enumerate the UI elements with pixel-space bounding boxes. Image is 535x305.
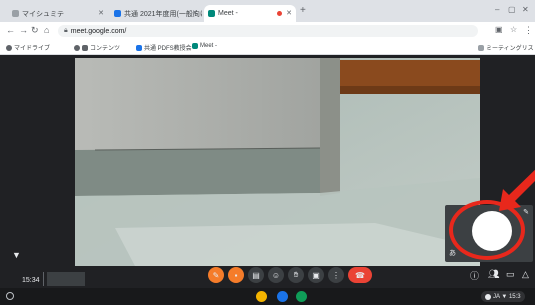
chat-icon[interactable]: ▭	[506, 269, 515, 280]
bookmark-label: 共通 PDFS教授会	[144, 46, 192, 52]
maximize-icon[interactable]: ▢	[508, 5, 516, 14]
bookmark-item[interactable]: ミーティングリスト	[478, 43, 535, 52]
camera-feed-image	[75, 58, 480, 266]
tab-2-label: 共通 2021年度用(一般向け)	[124, 10, 202, 18]
close-icon[interactable]: ✕	[98, 9, 104, 17]
address-bar[interactable]: 🔒︎ meet.google.com/	[58, 25, 478, 37]
divider	[43, 272, 44, 286]
folder-icon	[478, 44, 484, 51]
browser-tab-strip: マイシュミテ ✕ 共通 2021年度用(一般向け) ✕ Meet - ✕ + ‒…	[0, 0, 535, 22]
annotation-arrow-icon	[499, 169, 535, 211]
minimize-icon[interactable]: ‒	[495, 5, 499, 14]
meet-app-icon[interactable]	[296, 291, 307, 302]
present-button[interactable]: ▣	[308, 267, 324, 283]
home-icon[interactable]: ⌂	[44, 25, 49, 35]
os-shelf: JA ▼ 15:3	[0, 288, 535, 305]
camera-off-button[interactable]: ▪	[228, 267, 244, 283]
captions-button[interactable]: ▤	[248, 267, 264, 283]
forward-icon[interactable]: →	[19, 25, 28, 35]
url-text: meet.google.com/	[70, 27, 127, 35]
close-icon[interactable]: ✕	[286, 9, 292, 17]
meeting-code-redacted	[47, 272, 85, 286]
browser-toolbar: ← → ↻ ⌂ 🔒︎ meet.google.com/ ▣ ☆ ⋮	[0, 22, 535, 40]
more-options-button[interactable]: ⋮	[328, 267, 344, 283]
bookmark-label: ミーティングリスト	[486, 46, 535, 52]
account-icon	[485, 293, 491, 300]
bookmarks-bar: マイドライブ コンテンツ 共通 PDFS教授会 Meet - ミーティングリスト	[0, 40, 535, 55]
close-window-icon[interactable]: ✕	[522, 5, 529, 14]
emoji-button[interactable]: ☺	[268, 267, 284, 283]
meet-call-area: ▼ 15:34 ✎ あ ✎ ▪ ▤ ☺ ✋︎ ▣ ⋮ ☎︎ ⓘ 👥︎ ▭ △	[0, 55, 535, 288]
bookmark-item[interactable]: マイドライブ	[6, 43, 50, 52]
bookmark-label: コンテンツ	[90, 46, 121, 52]
tab-meet[interactable]: Meet - ✕	[204, 5, 296, 22]
star-icon[interactable]: ☆	[510, 25, 517, 34]
info-icon[interactable]: ⓘ	[470, 269, 479, 282]
meet-favicon-icon	[192, 43, 198, 49]
end-call-button[interactable]: ☎︎	[348, 267, 372, 283]
recording-dot-icon	[277, 11, 282, 16]
activities-icon[interactable]: △	[522, 269, 529, 280]
files-app-icon[interactable]	[277, 291, 288, 302]
close-icon[interactable]: ✕	[192, 9, 198, 17]
chrome-app-icon[interactable]	[256, 291, 267, 302]
tray-text: JA ▼ 15:3	[493, 293, 521, 300]
tab-1[interactable]: マイシュミテ ✕	[8, 5, 108, 22]
bookmark-icon	[6, 44, 12, 51]
back-icon[interactable]: ←	[6, 25, 15, 35]
pin-icon[interactable]: ▼	[12, 250, 21, 260]
camera-icon[interactable]: ▣	[495, 25, 503, 34]
self-view-name: あ	[449, 250, 456, 257]
menu-icon[interactable]: ⋮	[524, 25, 533, 36]
bookmark-icon	[136, 44, 142, 51]
raise-hand-button[interactable]: ✋︎	[288, 267, 304, 283]
status-tray[interactable]: JA ▼ 15:3	[481, 291, 525, 302]
tab-1-label: マイシュミテ	[22, 10, 64, 18]
call-controls: ✎ ▪ ▤ ☺ ✋︎ ▣ ⋮ ☎︎	[208, 267, 372, 285]
participant-video	[75, 58, 480, 266]
launcher-icon[interactable]	[6, 292, 14, 300]
bookmark-icon	[74, 44, 80, 51]
meeting-clock: 15:34	[22, 277, 40, 284]
lock-icon: 🔒︎	[64, 27, 68, 34]
bookmark-item[interactable]: Meet -	[192, 43, 217, 49]
meet-favicon-icon	[208, 10, 215, 17]
bookmark-item[interactable]: コンテンツ	[74, 43, 120, 52]
bookmark-label: Meet -	[200, 43, 218, 49]
people-icon[interactable]: 👥︎	[488, 269, 499, 280]
reload-icon[interactable]: ↻	[31, 25, 39, 36]
bookmark-label: マイドライブ	[14, 46, 51, 52]
grid-icon	[82, 44, 88, 51]
tab-2[interactable]: 共通 2021年度用(一般向け) ✕	[110, 5, 202, 22]
tab-favicon	[12, 10, 19, 17]
bookmark-item[interactable]: 共通 PDFS教授会	[136, 43, 192, 52]
mic-off-button[interactable]: ✎	[208, 267, 224, 283]
new-tab-button[interactable]: +	[300, 5, 306, 16]
tab-3-label: Meet -	[218, 10, 238, 17]
tab-favicon	[114, 10, 121, 17]
